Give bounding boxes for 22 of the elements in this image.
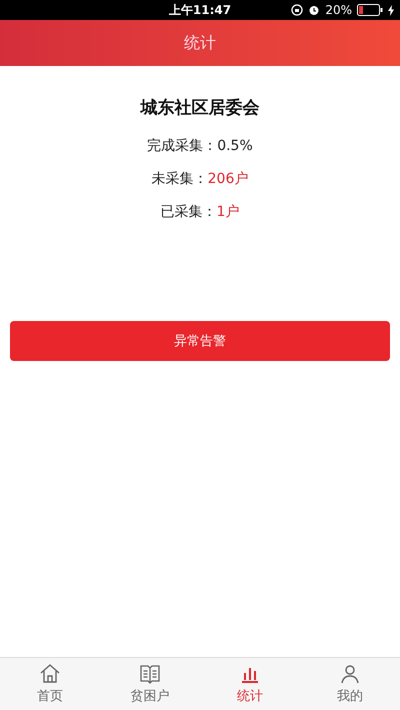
stat-value: 1户 xyxy=(216,204,240,220)
tab[interactable]: 我的 xyxy=(300,658,400,710)
tab[interactable]: 贫困户 xyxy=(100,658,200,710)
stat-value: 0.5% xyxy=(217,138,253,154)
tab[interactable]: 统计 xyxy=(200,658,300,710)
battery-percent: 20% xyxy=(325,3,352,17)
alarm-icon xyxy=(308,4,320,16)
status-time: 上午11:47 xyxy=(168,2,232,18)
tab[interactable]: 首页 xyxy=(0,658,100,710)
stat-label: 完成采集： xyxy=(147,138,218,154)
stat-label: 未采集： xyxy=(152,171,208,187)
organization-name: 城东社区居委会 xyxy=(140,97,260,119)
charging-icon xyxy=(388,4,394,16)
stat-value: 206户 xyxy=(208,171,248,187)
home-icon xyxy=(39,663,61,685)
user-icon xyxy=(339,663,361,685)
stat-label: 已采集： xyxy=(160,204,217,220)
book-icon xyxy=(139,663,161,685)
rotation-lock-icon xyxy=(291,4,304,16)
battery-icon xyxy=(357,4,383,16)
page-title: 统计 xyxy=(184,32,216,54)
alert-button[interactable]: 异常告警 xyxy=(10,321,390,361)
